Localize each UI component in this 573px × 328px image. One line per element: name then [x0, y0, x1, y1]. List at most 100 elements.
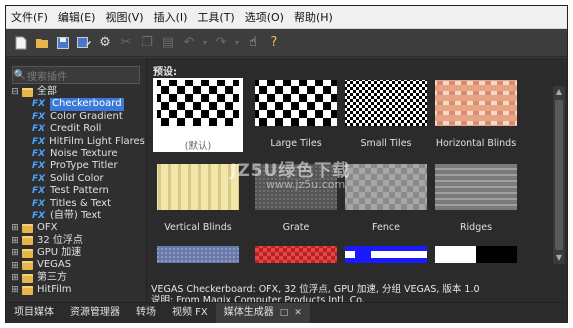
tree-folder-gpu[interactable]: ⊞ GPU 加速: [10, 247, 144, 259]
tree-label: GPU 加速: [37, 247, 82, 259]
tree-item-hitfilm-light-flares[interactable]: FX HitFilm Light Flares: [10, 135, 145, 148]
copy-icon[interactable]: ❐: [138, 34, 156, 52]
menu-help[interactable]: 帮助(H): [289, 9, 338, 25]
tree-item-titles-text[interactable]: FX Titles & Text: [10, 198, 144, 210]
folder-icon: [22, 248, 33, 258]
fx-icon: FX: [32, 99, 46, 110]
description-line-1: VEGAS Checkerboard: OFX, 32 位浮点, GPU 加速,…: [151, 284, 480, 295]
tree-item-test-pattern[interactable]: FX Test Pattern: [10, 185, 144, 197]
fx-icon: FX: [32, 124, 46, 135]
tab-transitions[interactable]: 转场: [128, 303, 164, 323]
tree-item-credit-roll[interactable]: FX Credit Roll: [10, 123, 144, 135]
tab-media-generators[interactable]: 媒体生成器 □ ✕: [215, 303, 310, 323]
collapse-icon[interactable]: ⊟: [10, 87, 20, 97]
plugin-tree-panel: 🔍 搜索插件 ⊟ 全部 FX Checkerboard FX Color Gra…: [6, 58, 147, 302]
tree-folder-third-party[interactable]: ⊞ 第三方: [10, 272, 144, 284]
fx-icon: FX: [32, 136, 46, 147]
preset-thumbnail: [345, 246, 427, 263]
tree-label: (自带) Text: [50, 209, 102, 221]
expand-icon[interactable]: ⊞: [10, 248, 20, 258]
tree-label: 32 位浮点: [37, 234, 83, 246]
preset-label: Large Tiles: [270, 138, 322, 149]
tree-label: Noise Texture: [50, 147, 118, 159]
watermark-url: www.jz5u.com: [266, 178, 346, 191]
preset-fence[interactable]: Fence: [341, 162, 431, 233]
tree-item-color-gradient[interactable]: FX Color Gradient: [10, 111, 144, 123]
menu-insert[interactable]: 插入(I): [149, 9, 193, 25]
preset-row3-3[interactable]: [341, 244, 431, 263]
preset-label: Ridges: [459, 222, 493, 233]
tree-label: HitFilm: [37, 284, 72, 296]
redo-dropdown-icon[interactable]: ▾: [233, 34, 241, 52]
preset-small-tiles[interactable]: Small Tiles: [341, 78, 431, 149]
undo-dropdown-icon[interactable]: ▾: [201, 34, 209, 52]
tree-item-checkerboard[interactable]: FX Checkerboard: [10, 98, 144, 111]
fx-icon: FX: [32, 186, 46, 197]
preset-row3-1[interactable]: [153, 244, 243, 263]
tree-label: Checkerboard: [50, 98, 124, 111]
preset-thumbnail: [255, 80, 337, 126]
preset-thumbnail: [345, 164, 427, 210]
tree-item-solid-color[interactable]: FX Solid Color: [10, 173, 144, 185]
preset-thumbnail: [435, 246, 517, 263]
menu-file[interactable]: 文件(F): [6, 9, 53, 25]
scroll-thumb[interactable]: [555, 100, 563, 250]
save-icon[interactable]: [54, 34, 72, 52]
preset-row3-4[interactable]: [431, 244, 521, 263]
tab-video-fx[interactable]: 视频 FX: [164, 303, 216, 323]
whats-this-icon[interactable]: ☝: [244, 34, 262, 52]
settings-icon[interactable]: ⚙: [96, 34, 114, 52]
tree-folder-vegas[interactable]: ⊞ VEGAS: [10, 259, 144, 271]
preset-row3-2[interactable]: [251, 244, 341, 263]
tree-item-noise-texture[interactable]: FX Noise Texture: [10, 148, 144, 160]
search-icon: 🔍: [13, 69, 27, 81]
tree-folder-32bit[interactable]: ⊞ 32 位浮点: [10, 235, 144, 247]
cut-icon[interactable]: ✂: [117, 34, 135, 52]
undo-icon[interactable]: ↶: [180, 34, 198, 52]
close-icon[interactable]: ✕: [294, 303, 302, 323]
scroll-up-icon[interactable]: ▲: [553, 86, 565, 98]
tab-project-media[interactable]: 项目媒体: [6, 303, 62, 323]
preset-horizontal-blinds[interactable]: Horizontal Blinds: [431, 78, 521, 149]
preset-label: (默认): [184, 141, 212, 152]
preset-label: Small Tiles: [360, 138, 412, 149]
expand-icon[interactable]: ⊞: [10, 223, 20, 233]
toolbar: ⚙ ✂ ❐ ▤ ↶ ▾ ↷ ▾ ☝ ?: [6, 29, 567, 57]
preset-ridges[interactable]: Ridges: [431, 162, 521, 233]
preset-thumbnail: [157, 246, 239, 263]
save-as-icon[interactable]: [75, 34, 93, 52]
expand-icon[interactable]: ⊞: [10, 236, 20, 246]
expand-icon[interactable]: ⊞: [10, 261, 20, 271]
menu-view[interactable]: 视图(V): [100, 9, 148, 25]
menu-options[interactable]: 选项(O): [240, 9, 289, 25]
fx-icon: FX: [32, 198, 46, 209]
new-icon[interactable]: [12, 34, 30, 52]
redo-icon[interactable]: ↷: [212, 34, 230, 52]
menu-tools[interactable]: 工具(T): [192, 9, 239, 25]
preset-large-tiles[interactable]: Large Tiles: [251, 78, 341, 149]
scroll-down-icon[interactable]: ▼: [553, 252, 565, 264]
tree-folder-ofx[interactable]: ⊞ OFX: [10, 222, 144, 234]
tree-label: 全部: [37, 86, 57, 97]
paste-icon[interactable]: ▤: [159, 34, 177, 52]
folder-icon: [22, 223, 33, 233]
tree-folder-hitfilm[interactable]: ⊞ HitFilm: [10, 284, 144, 296]
tree-label: HitFilm Light Flares: [49, 135, 145, 147]
menu-edit[interactable]: 编辑(E): [53, 9, 101, 25]
preset-scrollbar[interactable]: ▲ ▼: [553, 86, 565, 264]
open-icon[interactable]: [33, 34, 51, 52]
expand-icon[interactable]: ⊞: [10, 285, 20, 295]
folder-icon: [22, 273, 33, 283]
folder-icon: [22, 236, 33, 246]
preset-default[interactable]: (默认): [153, 78, 243, 152]
expand-icon[interactable]: ⊞: [10, 273, 20, 283]
tree-item-protype-titler[interactable]: FX ProType Titler: [10, 160, 144, 172]
menu-bar: 文件(F) 编辑(E) 视图(V) 插入(I) 工具(T) 选项(O) 帮助(H…: [6, 6, 567, 29]
tab-explorer[interactable]: 资源管理器: [62, 303, 128, 323]
help-icon[interactable]: ?: [265, 34, 283, 52]
search-input[interactable]: 🔍 搜索插件: [12, 66, 140, 84]
maximize-icon[interactable]: □: [280, 303, 289, 323]
tree-node-all[interactable]: ⊟ 全部: [10, 86, 144, 98]
tree-label: ProType Titler: [50, 160, 118, 172]
tree-item-legacy-text[interactable]: FX (自带) Text: [10, 210, 144, 222]
